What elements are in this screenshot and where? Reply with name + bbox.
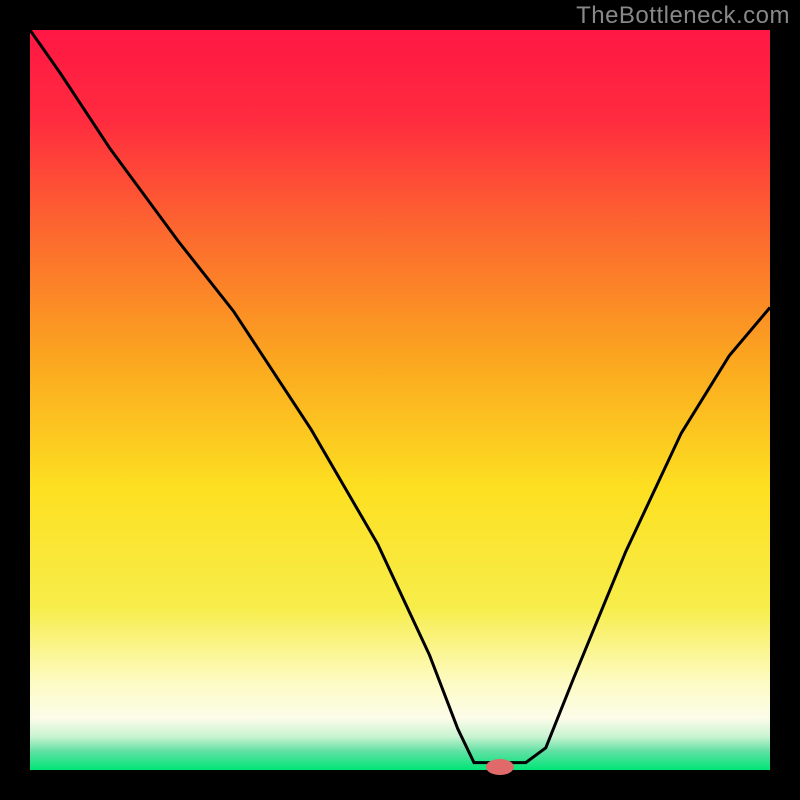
chart-frame: TheBottleneck.com [0, 0, 800, 800]
bottleneck-plot [0, 0, 800, 800]
gradient-background [30, 30, 770, 770]
bottleneck-marker [486, 759, 514, 775]
watermark-text: TheBottleneck.com [576, 2, 790, 30]
